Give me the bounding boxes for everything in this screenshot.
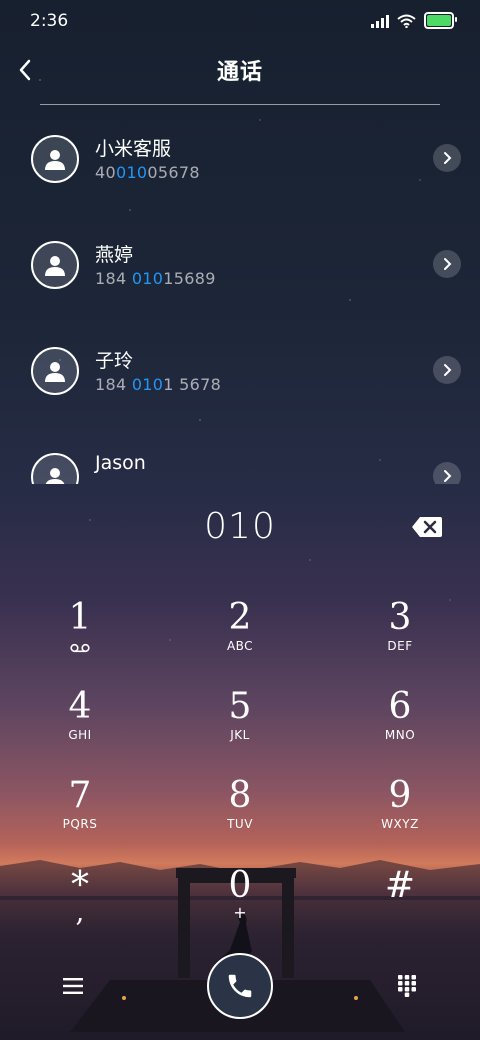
number-prefix: 184 bbox=[95, 375, 132, 394]
battery-level bbox=[427, 15, 451, 26]
key-digit: 2 bbox=[228, 597, 252, 638]
key-letters: + bbox=[233, 903, 247, 922]
key-digit: 6 bbox=[388, 686, 412, 727]
contact-row[interactable]: 燕婷 184 01015689 bbox=[0, 211, 480, 317]
key-8[interactable]: 8 TUV bbox=[185, 768, 295, 848]
page-title: 通话 bbox=[216, 60, 263, 85]
chevron-right-icon bbox=[444, 470, 452, 482]
contact-number: 184 0101 5678 bbox=[95, 375, 221, 394]
dialer-screen: 2:36 通话 小米客服 4001005678 燕婷 184 01015689 … bbox=[0, 0, 480, 1040]
key-digit: 3 bbox=[388, 597, 412, 638]
number-prefix: 184 bbox=[95, 269, 132, 288]
contact-row[interactable]: 子玲 184 0101 5678 bbox=[0, 317, 480, 423]
key-digit: 4 bbox=[68, 686, 92, 727]
contact-detail-button[interactable] bbox=[433, 144, 461, 172]
key-9[interactable]: 9 WXYZ bbox=[345, 768, 455, 848]
contact-name: 小米客服 bbox=[95, 138, 172, 160]
key-digit: 0 bbox=[228, 865, 252, 906]
key-7[interactable]: 7 PQRS bbox=[25, 768, 135, 848]
number-suffix: 05678 bbox=[147, 163, 200, 182]
key-letters: DEF bbox=[387, 639, 413, 653]
number-suffix: 15689 bbox=[163, 269, 216, 288]
key-letters: MNO bbox=[384, 728, 416, 742]
header: 通话 bbox=[0, 40, 480, 100]
key-6[interactable]: 6 MNO bbox=[345, 679, 455, 759]
key-letters: GHI bbox=[68, 728, 92, 742]
person-icon bbox=[45, 362, 65, 382]
number-match: 010 bbox=[115, 163, 148, 182]
contact-detail-button[interactable] bbox=[433, 356, 461, 384]
person-icon bbox=[45, 256, 65, 276]
person-icon bbox=[45, 150, 65, 170]
chevron-right-icon bbox=[444, 152, 452, 164]
contact-row[interactable]: Jason bbox=[0, 423, 480, 484]
key-digit: 8 bbox=[228, 775, 252, 816]
key-hash[interactable]: # bbox=[345, 858, 455, 938]
status-bar: 2:36 bbox=[0, 0, 480, 40]
key-3[interactable]: 3 DEF bbox=[345, 590, 455, 670]
contact-list[interactable]: 小米客服 4001005678 燕婷 184 01015689 子玲 184 0… bbox=[0, 105, 480, 484]
key-digit: 9 bbox=[388, 775, 412, 816]
number-suffix: 1 5678 bbox=[163, 375, 222, 394]
key-letters: WXYZ bbox=[381, 817, 419, 831]
chevron-right-icon bbox=[444, 258, 452, 270]
number-match: 010 bbox=[131, 269, 164, 288]
key-1[interactable]: 1 bbox=[25, 590, 135, 670]
key-star[interactable]: * , bbox=[25, 858, 135, 938]
contact-row[interactable]: 小米客服 4001005678 bbox=[0, 105, 480, 211]
contact-detail-button[interactable] bbox=[433, 462, 461, 484]
signal-icon bbox=[371, 14, 389, 28]
avatar bbox=[31, 135, 79, 183]
menu-button[interactable] bbox=[56, 972, 90, 1000]
number-match: 010 bbox=[131, 375, 164, 394]
key-0[interactable]: 0 + bbox=[185, 858, 295, 938]
backspace-icon bbox=[412, 517, 442, 537]
contact-detail-button[interactable] bbox=[433, 250, 461, 278]
status-icons bbox=[371, 12, 457, 29]
battery-icon bbox=[424, 12, 457, 29]
delete-button[interactable] bbox=[411, 516, 443, 538]
phone-icon bbox=[228, 974, 252, 998]
status-time: 2:36 bbox=[30, 11, 69, 31]
key-5[interactable]: 5 JKL bbox=[185, 679, 295, 759]
menu-icon bbox=[63, 978, 83, 994]
contact-name: Jason bbox=[95, 452, 146, 474]
avatar bbox=[31, 453, 79, 484]
avatar bbox=[31, 241, 79, 289]
keypad-toggle-button[interactable] bbox=[390, 970, 424, 1002]
key-letters: , bbox=[75, 895, 85, 928]
contact-number: 4001005678 bbox=[95, 163, 200, 182]
person-icon bbox=[45, 468, 65, 484]
contact-name: 子玲 bbox=[95, 350, 134, 372]
key-2[interactable]: 2 ABC bbox=[185, 590, 295, 670]
key-letters: TUV bbox=[227, 817, 253, 831]
key-digit: 5 bbox=[228, 686, 252, 727]
contact-number: 184 01015689 bbox=[95, 269, 216, 288]
wifi-icon bbox=[397, 14, 416, 28]
contact-name: 燕婷 bbox=[95, 244, 134, 266]
number-prefix: 40 bbox=[95, 163, 116, 182]
call-button[interactable] bbox=[207, 953, 273, 1019]
key-letters: JKL bbox=[230, 728, 250, 742]
key-digit: 7 bbox=[68, 775, 92, 816]
key-letters: ABC bbox=[226, 639, 254, 653]
avatar bbox=[31, 347, 79, 395]
dialed-number: 010 bbox=[204, 506, 276, 547]
voicemail-icon bbox=[25, 638, 135, 654]
chevron-right-icon bbox=[444, 364, 452, 376]
key-letters: PQRS bbox=[62, 817, 98, 831]
keypad-icon bbox=[398, 975, 416, 997]
key-4[interactable]: 4 GHI bbox=[25, 679, 135, 759]
key-digit: # bbox=[384, 865, 416, 906]
key-digit: 1 bbox=[68, 597, 92, 638]
